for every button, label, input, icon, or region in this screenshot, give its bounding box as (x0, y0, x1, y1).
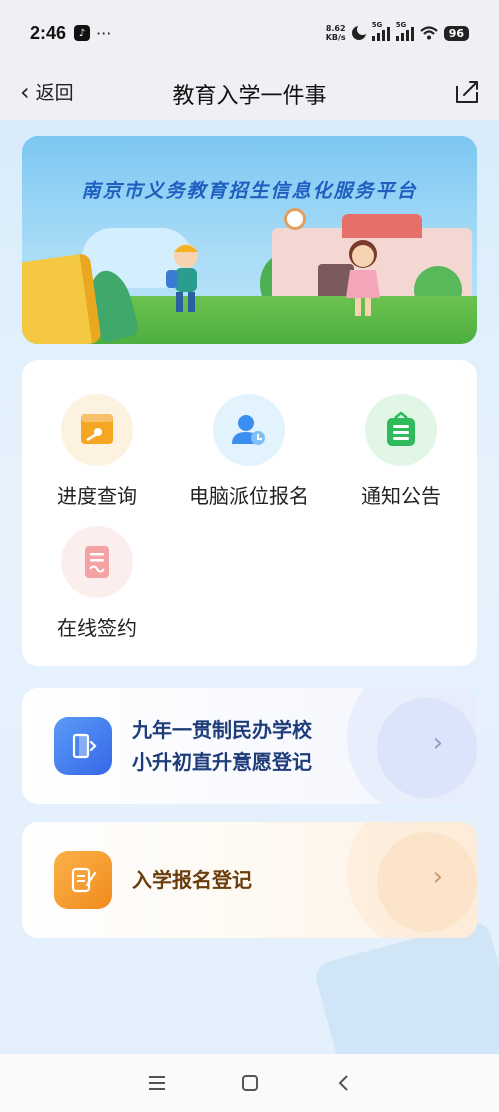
chevron-right-icon: › (432, 728, 443, 758)
signal-icon: 5G (371, 21, 390, 41)
service-notice[interactable]: 通知公告 (326, 394, 476, 509)
service-label: 在线签约 (57, 616, 137, 640)
private-school-registration-card[interactable]: 九年一贯制民办学校 小升初直升意愿登记 › (22, 688, 477, 804)
service-label: 电脑派位报名 (189, 484, 309, 508)
clock-icon (284, 208, 306, 230)
back-label: 返回 (35, 82, 74, 104)
service-grid: 进度查询 电脑派位报名 通知公告 在线签约 (22, 360, 477, 666)
school-roof (342, 214, 422, 238)
signal-1-label: 5G (371, 21, 383, 29)
share-icon[interactable] (453, 78, 481, 106)
card-title-line1: 九年一贯制民办学校 (132, 718, 312, 742)
back-button[interactable]: ‹ 返回 (20, 78, 74, 105)
network-speed-unit: KB/s (325, 33, 346, 42)
background-decoration (312, 919, 499, 1054)
progress-query-icon (61, 394, 133, 466)
banner[interactable]: 南京市义务教育招生信息化服务平台 (22, 136, 477, 344)
card-title-line2: 小升初直升意愿登记 (132, 750, 312, 774)
card-decoration (377, 698, 477, 798)
boy-illustration (166, 244, 198, 312)
chevron-right-icon: › (432, 862, 443, 892)
service-progress-query[interactable]: 进度查询 (22, 394, 172, 509)
service-online-sign[interactable]: 在线签约 (22, 526, 172, 641)
girl-illustration (346, 240, 380, 316)
network-speed-value: 8.62 (325, 24, 346, 33)
nav-bar: 教育入学一件事 ‹ 返回 (0, 66, 499, 120)
chevron-left-icon: ‹ (20, 77, 30, 106)
door-icon (54, 717, 112, 775)
system-navigation-bar (0, 1054, 499, 1112)
banner-title: 南京市义务教育招生信息化服务平台 (81, 180, 418, 202)
notice-icon (365, 394, 437, 466)
status-time: 2:46 (30, 22, 67, 43)
card-decoration (377, 832, 477, 932)
status-more: ··· (96, 23, 112, 43)
service-computer-assignment[interactable]: 电脑派位报名 (174, 394, 324, 509)
service-label: 进度查询 (57, 484, 137, 508)
card-title: 九年一贯制民办学校 小升初直升意愿登记 (132, 714, 312, 778)
menu-icon[interactable] (142, 1068, 172, 1098)
network-speed: 8.62 KB/s (326, 24, 346, 42)
status-indicators: 8.62 KB/s 5G 5G 96 (326, 21, 469, 42)
signal-2-label: 5G (395, 21, 407, 29)
moon-icon (351, 24, 368, 40)
home-icon[interactable] (235, 1068, 265, 1098)
service-label: 通知公告 (361, 484, 441, 508)
book-illustration (22, 252, 102, 344)
status-bar: 2:46 ♪ ··· 8.62 KB/s 5G 5G 96 (0, 0, 499, 66)
wifi-icon (419, 26, 438, 40)
battery-indicator: 96 (443, 25, 469, 41)
tiktok-icon: ♪ (74, 25, 91, 41)
card-title: 入学报名登记 (132, 868, 252, 892)
enrollment-registration-card[interactable]: 入学报名登记 › (22, 822, 477, 938)
page-title: 教育入学一件事 (172, 84, 327, 109)
back-icon[interactable] (328, 1068, 358, 1098)
signal-icon-2: 5G (395, 21, 414, 41)
edit-document-icon (54, 851, 112, 909)
online-sign-icon (61, 526, 133, 598)
main-content: 南京市义务教育招生信息化服务平台 进度查询 电脑派位报名 通知公告 在线签约 九… (0, 120, 499, 1054)
computer-assignment-icon (213, 394, 285, 466)
